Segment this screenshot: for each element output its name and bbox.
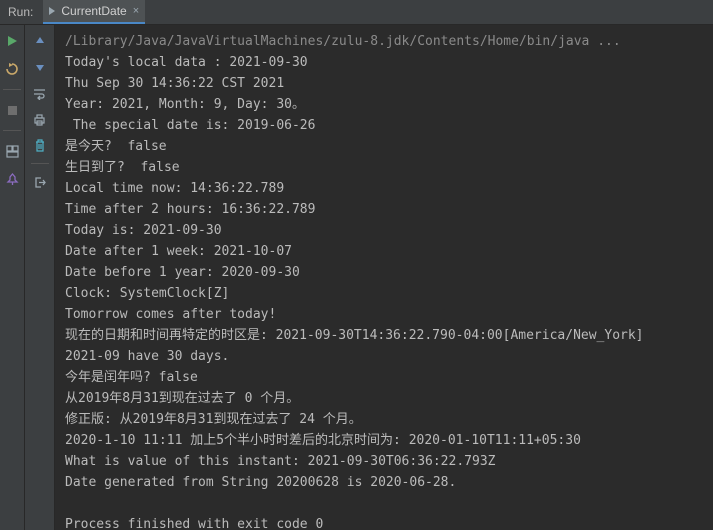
console-line: Date generated from String 20200628 is 2… xyxy=(65,472,713,493)
trash-icon[interactable] xyxy=(32,137,48,153)
separator xyxy=(3,89,21,90)
console-command: /Library/Java/JavaVirtualMachines/zulu-8… xyxy=(65,31,713,52)
run-label: Run: xyxy=(8,5,37,19)
console-line: 2021-09 have 30 days. xyxy=(65,346,713,367)
layout-icon[interactable] xyxy=(4,143,20,159)
tab-label: CurrentDate xyxy=(61,4,126,18)
run-icon[interactable] xyxy=(4,33,20,49)
console-line: Process finished with exit code 0 xyxy=(65,514,713,530)
console-line: Date before 1 year: 2020-09-30 xyxy=(65,262,713,283)
run-config-icon xyxy=(49,7,55,15)
print-icon[interactable] xyxy=(32,111,48,127)
console-line: 今年是闰年吗? false xyxy=(65,367,713,388)
console-line: Date after 1 week: 2021-10-07 xyxy=(65,241,713,262)
console-line: Today's local data : 2021-09-30 xyxy=(65,52,713,73)
run-tool-header: Run: CurrentDate × xyxy=(0,0,713,25)
left-toolbar xyxy=(0,25,25,530)
console-line: 2020-1-10 11:11 加上5个半小时时差后的北京时间为: 2020-0… xyxy=(65,430,713,451)
wrap-icon[interactable] xyxy=(32,85,48,101)
down-icon[interactable] xyxy=(32,59,48,75)
console-line: 修正版: 从2019年8月31到现在过去了 24 个月。 xyxy=(65,409,713,430)
console-line: Local time now: 14:36:22.789 xyxy=(65,178,713,199)
rerun-icon[interactable] xyxy=(4,61,20,77)
run-tab-currentdate[interactable]: CurrentDate × xyxy=(43,0,145,24)
stop-icon[interactable] xyxy=(4,102,20,118)
console-line: Thu Sep 30 14:36:22 CST 2021 xyxy=(65,73,713,94)
exit-icon[interactable] xyxy=(32,174,48,190)
console-line xyxy=(65,493,713,514)
console-line: Clock: SystemClock[Z] xyxy=(65,283,713,304)
separator xyxy=(31,163,49,164)
run-tool-body: /Library/Java/JavaVirtualMachines/zulu-8… xyxy=(0,25,713,530)
console-output[interactable]: /Library/Java/JavaVirtualMachines/zulu-8… xyxy=(55,25,713,530)
separator xyxy=(3,130,21,131)
console-line: 生日到了? false xyxy=(65,157,713,178)
console-line: Time after 2 hours: 16:36:22.789 xyxy=(65,199,713,220)
console-line: 是今天? false xyxy=(65,136,713,157)
up-icon[interactable] xyxy=(32,33,48,49)
console-line: Today is: 2021-09-30 xyxy=(65,220,713,241)
close-icon[interactable]: × xyxy=(133,5,139,17)
console-line: Tomorrow comes after today! xyxy=(65,304,713,325)
console-line: 从2019年8月31到现在过去了 0 个月。 xyxy=(65,388,713,409)
console-line: The special date is: 2019-06-26 xyxy=(65,115,713,136)
console-line: Year: 2021, Month: 9, Day: 30。 xyxy=(65,94,713,115)
console-toolbar xyxy=(25,25,55,530)
console-line: 现在的日期和时间再特定的时区是: 2021-09-30T14:36:22.790… xyxy=(65,325,713,346)
pin-icon[interactable] xyxy=(4,171,20,187)
console-line: What is value of this instant: 2021-09-3… xyxy=(65,451,713,472)
